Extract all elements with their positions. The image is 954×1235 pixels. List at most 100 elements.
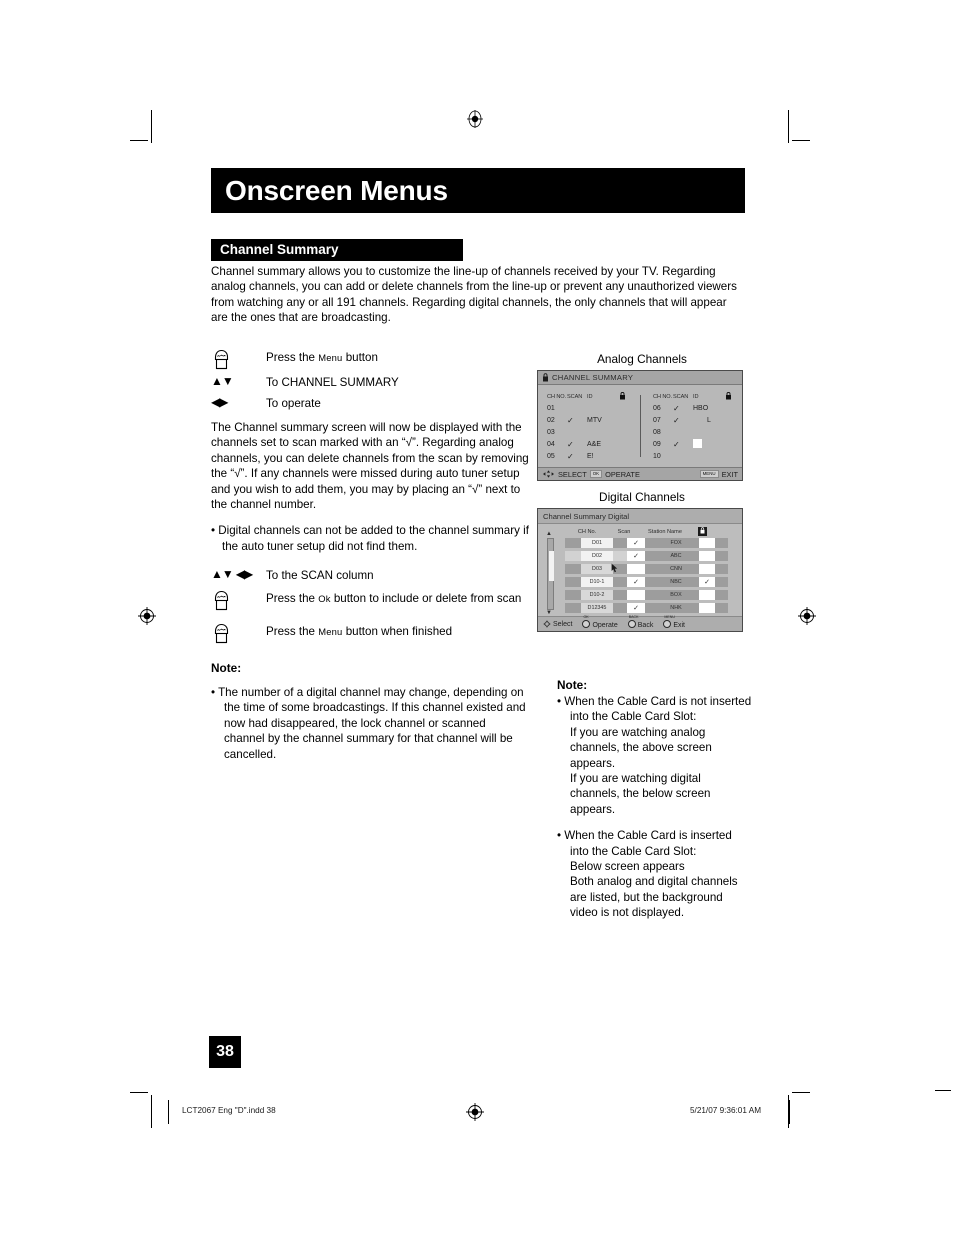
digital-header-ch-no: CH No.: [577, 528, 597, 535]
analog-screen-caption: Analog Channels: [597, 352, 687, 366]
header-id: ID: [587, 394, 593, 400]
intro-paragraph: Channel summary allows you to customize …: [211, 265, 737, 325]
press-hand-icon: [211, 348, 266, 371]
right-note-item-1-sub-2: If you are watching digital channels, th…: [570, 772, 711, 816]
analog-osd-title-text: CHANNEL SUMMARY: [552, 373, 634, 382]
digital-row-1-gap: [613, 538, 627, 548]
analog-footer-select-label: SELECT: [558, 469, 587, 479]
step5-prefix: Press the: [266, 592, 319, 606]
leftright-arrows-icon: ◀▶: [211, 394, 266, 409]
digital-row-2-end: [715, 551, 728, 561]
digital-row-5[interactable]: D10-2 BOX: [543, 589, 737, 601]
digital-row-5-lock[interactable]: [699, 590, 715, 600]
lock-badge-icon: [697, 527, 707, 536]
scroll-down-arrow-icon[interactable]: ▼: [546, 610, 552, 616]
digital-row-6-lock[interactable]: [699, 603, 715, 613]
analog-osd-footer: SELECT OK OPERATE MENU EXIT: [538, 467, 742, 480]
digital-row-5-ch-no: D10-2: [581, 590, 613, 600]
digital-row-5-scan[interactable]: [627, 590, 645, 600]
analog-row-04[interactable]: 04 ✓ A&E: [547, 438, 640, 450]
section-title: Channel Summary: [211, 239, 463, 261]
analog-row-03[interactable]: 03: [547, 426, 640, 438]
analog-row-05[interactable]: 05 ✓ E!: [547, 450, 640, 462]
arrow-up-down-glyph-2: ▲▼: [211, 567, 234, 582]
digital-row-1-lock[interactable]: [699, 538, 715, 548]
digital-row-2-lock[interactable]: [699, 551, 715, 561]
instruction-step-1-text: Press the Menu button: [266, 348, 378, 365]
digital-row-2-station: ABC: [653, 551, 699, 561]
digital-scrollbar-thumb[interactable]: [549, 551, 554, 581]
analog-scan-04[interactable]: ✓: [567, 440, 587, 449]
digital-row-1-scan[interactable]: ✓: [627, 538, 645, 548]
ok-button-icon: [582, 619, 591, 628]
analog-footer-ok-key[interactable]: OK: [589, 470, 603, 478]
press-hand-icon-3: [211, 622, 266, 645]
digital-row-2-gap2: [645, 551, 653, 561]
menu-key-label: Menu: [318, 352, 343, 363]
digital-row-4-end: [715, 577, 728, 587]
analog-ch-no-02: 02: [547, 416, 555, 424]
analog-ch-no-10: 10: [653, 452, 661, 460]
back-button-icon: [627, 619, 636, 628]
analog-row-02[interactable]: 02 ✓ MTV: [547, 414, 640, 426]
digital-footer-operate[interactable]: OK Operate: [582, 615, 618, 629]
digital-row-6[interactable]: D12345 ✓ NHK: [543, 602, 737, 614]
instruction-step-3-text: To operate: [266, 397, 321, 410]
analog-scan-09[interactable]: ✓: [673, 440, 693, 449]
scroll-up-arrow-icon[interactable]: ▲: [546, 531, 552, 537]
digital-row-3-lock[interactable]: [699, 564, 715, 574]
analog-scan-05[interactable]: ✓: [567, 452, 587, 461]
digital-footer-back[interactable]: BACK Back: [627, 615, 654, 629]
digital-row-4-scan[interactable]: ✓: [627, 577, 645, 587]
digital-row-3-ch-no: D03: [581, 564, 613, 574]
analog-ch-no-08: 08: [653, 428, 661, 436]
digital-header-lock-icon: [691, 527, 713, 536]
digital-row-4[interactable]: D10-1 ✓ NBC ✓: [543, 576, 737, 588]
digital-row-2-scan[interactable]: ✓: [627, 551, 645, 561]
analog-osd-screen: CHANNEL SUMMARY CH NO. SCAN ID 01 02 ✓ M…: [537, 370, 743, 481]
analog-footer-menu-key[interactable]: MENU: [699, 470, 719, 478]
analog-ch-no-04: 04: [547, 440, 555, 448]
page-content: Onscreen Menus Channel Summary Channel s…: [0, 0, 954, 1235]
analog-row-08[interactable]: 08: [653, 426, 742, 438]
analog-row-10[interactable]: 10: [653, 450, 742, 462]
digital-row-5-pad: [565, 590, 581, 600]
digital-row-3-scan[interactable]: [627, 564, 645, 574]
analog-ch-no-07: 07: [653, 416, 661, 424]
right-note-heading: Note:: [557, 678, 588, 692]
digital-footer-select-label: Select: [553, 621, 573, 628]
analog-osd-titlebar: CHANNEL SUMMARY: [538, 371, 742, 385]
digital-osd-titlebar: Channel Summary Digital: [538, 509, 742, 524]
analog-row-06[interactable]: 06 ✓ HBO: [653, 402, 742, 414]
digital-screen-caption: Digital Channels: [599, 490, 685, 504]
instruction-paragraph: The Channel summary screen will now be d…: [211, 421, 529, 512]
analog-footer-right-group: MENU EXIT: [699, 470, 738, 479]
digital-row-2[interactable]: D02 ✓ ABC: [543, 550, 737, 562]
digital-scrollbar[interactable]: [547, 538, 554, 610]
analog-row-09[interactable]: 09 ✓: [653, 438, 742, 450]
digital-row-3-end: [715, 564, 728, 574]
digital-row-6-ch-no: D12345: [581, 603, 613, 613]
digital-row-6-scan[interactable]: ✓: [627, 603, 645, 613]
analog-row-01[interactable]: 01: [547, 402, 640, 414]
digital-footer-select[interactable]: Select: [543, 620, 572, 628]
four-way-arrows-icon: ▲▼ ◀▶: [211, 566, 266, 581]
analog-row-07[interactable]: 07 ✓ L: [653, 414, 742, 426]
instruction-step-3: ◀▶ To operate: [211, 394, 531, 413]
analog-scan-02[interactable]: ✓: [567, 416, 587, 425]
digital-row-1-ch-no: D01: [581, 538, 613, 548]
footer-timestamp: 5/21/07 9:36:01 AM: [690, 1106, 762, 1115]
digital-footer-exit[interactable]: MENU Exit: [663, 615, 685, 629]
digital-footer-back-label: Back: [637, 621, 654, 629]
digital-row-4-lock[interactable]: ✓: [699, 577, 715, 587]
digital-row-3[interactable]: D03 CNN: [543, 563, 737, 575]
digital-row-6-pad: [565, 603, 581, 613]
instruction-step-6-text: Press the Menu button when finished: [266, 622, 452, 639]
digital-row-1[interactable]: D01 ✓ FOX: [543, 537, 737, 549]
page-number-badge: 38: [209, 1036, 241, 1068]
digital-row-3-station: CNN: [653, 564, 699, 574]
analog-scan-07[interactable]: ✓: [673, 416, 693, 425]
header-lock-icon-2: [725, 392, 739, 402]
analog-scan-06[interactable]: ✓: [673, 404, 693, 413]
instruction-step-5: Press the Ok button to include or delete…: [211, 589, 531, 612]
